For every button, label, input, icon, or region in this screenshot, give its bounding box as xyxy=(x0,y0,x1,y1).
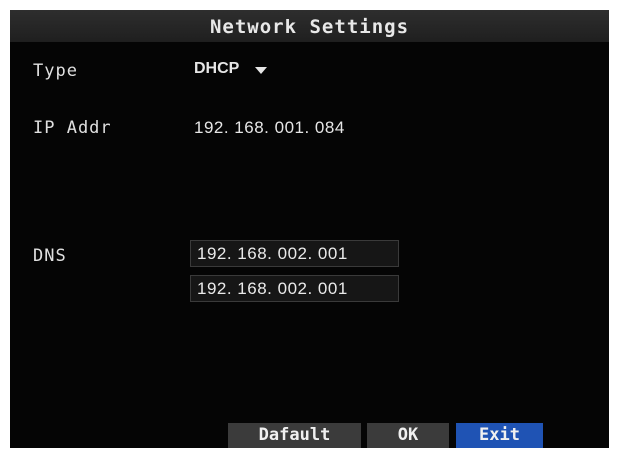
default-button[interactable]: Dafault xyxy=(228,423,361,448)
dialog-title: Network Settings xyxy=(209,16,410,38)
ip-addr-label: IP Addr xyxy=(33,118,112,138)
dns-label: DNS xyxy=(33,246,67,266)
type-dropdown-value: DHCP xyxy=(194,60,240,77)
ip-addr-value[interactable]: 192. 168. 001. 084 xyxy=(194,118,345,138)
exit-button[interactable]: Exit xyxy=(456,423,543,448)
dns-secondary-field[interactable]: 192. 168. 002. 001 xyxy=(190,275,399,302)
monitor-frame: Network Settings Type DHCP IP Addr 192. … xyxy=(0,0,619,457)
title-bar: Network Settings xyxy=(10,10,609,42)
type-dropdown[interactable]: DHCP xyxy=(188,57,328,81)
type-label: Type xyxy=(33,61,78,81)
network-settings-dialog: Network Settings Type DHCP IP Addr 192. … xyxy=(10,10,609,448)
dns-primary-field[interactable]: 192. 168. 002. 001 xyxy=(190,240,399,267)
ok-button[interactable]: OK xyxy=(367,423,449,448)
chevron-down-icon xyxy=(255,66,268,74)
